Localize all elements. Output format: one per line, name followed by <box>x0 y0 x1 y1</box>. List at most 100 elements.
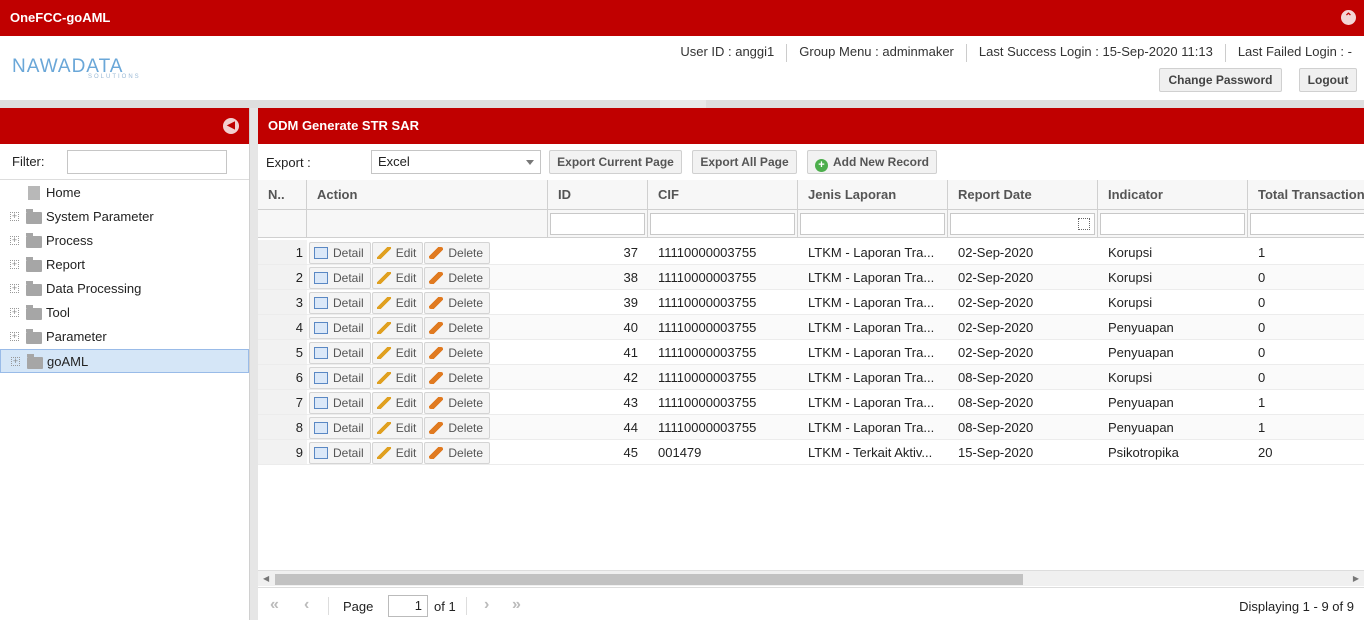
cell-report-date: 15-Sep-2020 <box>958 445 1034 460</box>
pencil-icon <box>376 247 391 259</box>
edit-button[interactable]: Edit <box>371 292 424 314</box>
detail-button[interactable]: Detail <box>309 292 371 314</box>
detail-button[interactable]: Detail <box>309 342 371 364</box>
edit-button[interactable]: Edit <box>371 342 424 364</box>
tree-item-parameter[interactable]: + Parameter <box>0 325 249 349</box>
edit-button[interactable]: Edit <box>371 442 424 464</box>
delete-button[interactable]: Delete <box>424 267 491 289</box>
collapse-left-panel-icon[interactable]: ◀ <box>223 118 239 134</box>
tree-item-tool[interactable]: + Tool <box>0 301 249 325</box>
tree-item-goaml[interactable]: + goAML <box>0 349 249 373</box>
previous-page-icon[interactable]: ‹ <box>304 596 309 614</box>
expand-icon[interactable]: + <box>10 308 19 317</box>
last-page-icon[interactable]: » <box>512 596 521 614</box>
table-row[interactable]: 4 Detail Edit Delete 40 11110000003755 LTKM - … <box>258 315 1364 340</box>
total-transaction-filter-input[interactable] <box>1250 213 1364 235</box>
table-row[interactable]: 6 Detail Edit Delete 42 11110000003755 LTKM - … <box>258 365 1364 390</box>
edit-button[interactable]: Edit <box>371 242 424 264</box>
next-page-icon[interactable]: › <box>484 596 489 614</box>
delete-button[interactable]: Delete <box>424 242 491 264</box>
filter-cell-date <box>948 210 1098 238</box>
header-splitter[interactable] <box>0 100 1364 108</box>
column-header-id[interactable]: ID <box>548 180 648 210</box>
table-row[interactable]: 5 Detail Edit Delete 41 11110000003755 LTKM - … <box>258 340 1364 365</box>
chevron-down-icon[interactable] <box>526 160 534 165</box>
detail-button[interactable]: Detail <box>309 442 371 464</box>
table-row[interactable]: 8 Detail Edit Delete 44 11110000003755 LTKM - … <box>258 415 1364 440</box>
table-row[interactable]: 1 Detail Edit Delete 37 11110000003755 LTKM - … <box>258 240 1364 265</box>
detail-button[interactable]: Detail <box>309 417 371 439</box>
column-header-jenis-laporan[interactable]: Jenis Laporan <box>798 180 948 210</box>
logout-button[interactable]: Logout <box>1299 68 1357 92</box>
column-header-cif[interactable]: CIF <box>648 180 798 210</box>
export-current-page-button[interactable]: Export Current Page <box>549 150 682 174</box>
scrollbar-thumb[interactable] <box>275 574 1023 585</box>
tree-item-system-parameter[interactable]: + System Parameter <box>0 205 249 229</box>
tree-item-home[interactable]: Home <box>0 181 249 205</box>
filter-cell-id <box>548 210 648 238</box>
collapse-header-icon[interactable]: ⌃ <box>1341 10 1356 25</box>
report-date-filter-input[interactable] <box>950 213 1095 235</box>
scroll-left-icon[interactable]: ◀ <box>263 574 269 583</box>
expand-icon[interactable]: + <box>10 260 19 269</box>
expand-icon[interactable]: + <box>10 236 19 245</box>
tree-item-report[interactable]: + Report <box>0 253 249 277</box>
edit-button[interactable]: Edit <box>371 417 424 439</box>
table-row[interactable]: 7 Detail Edit Delete 43 11110000003755 LTKM - … <box>258 390 1364 415</box>
column-header-indicator[interactable]: Indicator <box>1098 180 1248 210</box>
edit-button[interactable]: Edit <box>371 367 424 389</box>
calendar-icon[interactable] <box>1078 218 1090 230</box>
column-header-number[interactable]: N.. <box>258 180 307 210</box>
delete-button[interactable]: Delete <box>424 392 491 414</box>
detail-button[interactable]: Detail <box>309 267 371 289</box>
pencil-icon <box>376 422 391 434</box>
detail-button-label: Detail <box>333 371 364 385</box>
expand-icon[interactable]: + <box>11 357 20 366</box>
delete-button[interactable]: Delete <box>424 292 491 314</box>
detail-button[interactable]: Detail <box>309 242 371 264</box>
delete-icon <box>429 322 444 334</box>
detail-button[interactable]: Detail <box>309 317 371 339</box>
delete-button[interactable]: Delete <box>424 367 491 389</box>
delete-button[interactable]: Delete <box>424 442 491 464</box>
id-filter-input[interactable] <box>550 213 645 235</box>
panel-splitter[interactable] <box>250 108 258 620</box>
detail-button-label: Detail <box>333 421 364 435</box>
first-page-icon[interactable]: « <box>270 596 279 614</box>
delete-button[interactable]: Delete <box>424 317 491 339</box>
detail-button-label: Detail <box>333 246 364 260</box>
splitter-handle[interactable] <box>660 100 706 108</box>
export-format-select[interactable]: Excel <box>371 150 541 174</box>
horizontal-scrollbar[interactable]: ◀ ▶ <box>258 570 1364 586</box>
scroll-right-icon[interactable]: ▶ <box>1353 574 1359 583</box>
tree-item-process[interactable]: + Process <box>0 229 249 253</box>
export-all-page-button[interactable]: Export All Page <box>692 150 797 174</box>
cif-filter-input[interactable] <box>650 213 795 235</box>
table-row[interactable]: 3 Detail Edit Delete 39 11110000003755 LTKM - … <box>258 290 1364 315</box>
cell-id: 37 <box>623 245 638 260</box>
expand-icon[interactable]: + <box>10 212 19 221</box>
table-row[interactable]: 2 Detail Edit Delete 38 11110000003755 LTKM - … <box>258 265 1364 290</box>
filter-input[interactable] <box>67 150 227 174</box>
tree-item-data-processing[interactable]: + Data Processing <box>0 277 249 301</box>
delete-button[interactable]: Delete <box>424 417 491 439</box>
column-header-report-date[interactable]: Report Date <box>948 180 1098 210</box>
expand-icon[interactable]: + <box>10 284 19 293</box>
detail-button[interactable]: Detail <box>309 367 371 389</box>
table-row[interactable]: 9 Detail Edit Delete 45 001479 LTKM - Terkait … <box>258 440 1364 465</box>
export-format-value: Excel <box>378 154 410 169</box>
edit-button[interactable]: Edit <box>371 267 424 289</box>
edit-button[interactable]: Edit <box>371 317 424 339</box>
jenis-laporan-filter-input[interactable] <box>800 213 945 235</box>
cell-total-transaction: 0 <box>1258 345 1266 360</box>
add-new-record-button[interactable]: + Add New Record <box>807 150 937 174</box>
column-header-action[interactable]: Action <box>307 180 548 210</box>
delete-button[interactable]: Delete <box>424 342 491 364</box>
expand-icon[interactable]: + <box>10 332 19 341</box>
edit-button[interactable]: Edit <box>371 392 424 414</box>
indicator-filter-input[interactable] <box>1100 213 1245 235</box>
page-number-input[interactable]: 1 <box>388 595 428 617</box>
column-header-total-transaction[interactable]: Total Transaction <box>1248 180 1364 210</box>
change-password-button[interactable]: Change Password <box>1159 68 1282 92</box>
detail-button[interactable]: Detail <box>309 392 371 414</box>
